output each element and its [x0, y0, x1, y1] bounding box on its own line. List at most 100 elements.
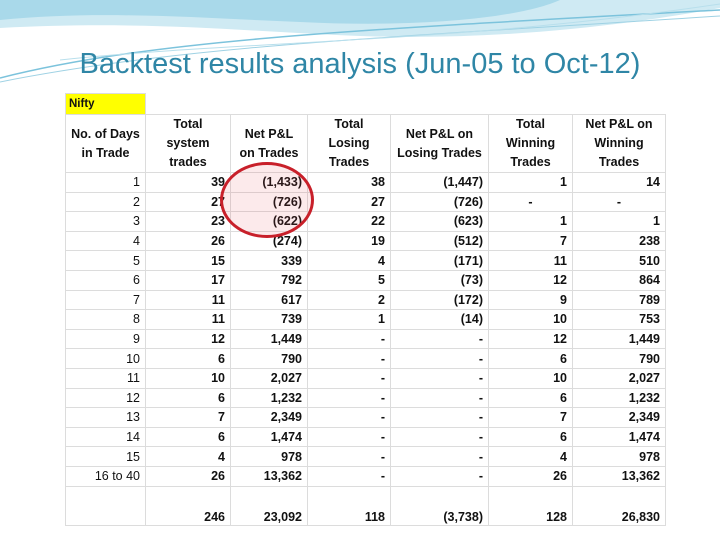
- cell-net-pnl-winning: 14: [572, 172, 666, 193]
- cell-winning-trades: 12: [488, 328, 573, 350]
- cell-net-pnl: (274): [230, 230, 308, 252]
- cell-net-pnl-losing: -: [390, 426, 489, 448]
- table-row: 8 11 739 1 (14) 10 753: [65, 309, 666, 330]
- cell-net-pnl-winning: 753: [572, 309, 666, 330]
- table-row: 5 15 339 4 (171) 11 510: [65, 250, 666, 271]
- table-row: 2 27 (726) 27 (726) - -: [65, 191, 666, 213]
- cell-winning-trades: 26: [488, 465, 573, 487]
- cell-net-pnl: 739: [230, 309, 308, 330]
- total-net-pnl: 23,092: [230, 485, 308, 526]
- cell-net-pnl: 339: [230, 250, 308, 271]
- cell-net-pnl-winning: 1,474: [572, 426, 666, 448]
- cell-winning-trades: 7: [488, 407, 573, 428]
- cell-net-pnl-losing: -: [390, 387, 489, 409]
- table-row: 13 7 2,349- -7 2,349: [65, 407, 666, 428]
- cell-days: 14: [65, 426, 146, 448]
- cell-net-pnl: 1,232: [230, 387, 308, 409]
- cell-total-trades: 26: [145, 465, 231, 487]
- total-losing-trades: 118: [307, 485, 391, 526]
- cell-days: 6: [65, 269, 146, 291]
- cell-days: 9: [65, 328, 146, 350]
- cell-losing-trades: 38: [307, 172, 391, 193]
- cell-losing-trades: -: [307, 407, 391, 428]
- table-row: 10 6 790- -6 790: [65, 348, 666, 369]
- cell-net-pnl-winning: 13,362: [572, 465, 666, 487]
- cell-days: 12: [65, 387, 146, 409]
- cell-net-pnl-losing: (172): [390, 289, 489, 311]
- cell-losing-trades: 22: [307, 211, 391, 232]
- cell-winning-trades: 10: [488, 309, 573, 330]
- cell-winning-trades: 10: [488, 367, 573, 389]
- cell-net-pnl-losing: (14): [390, 309, 489, 330]
- cell-net-pnl-winning: 789: [572, 289, 666, 311]
- table-row: 7 11 617 2 (172) 9 789: [65, 289, 666, 311]
- cell-net-pnl-losing: (1,447): [390, 172, 489, 193]
- cell-total-trades: 17: [145, 269, 231, 291]
- header-net-pnl-winning: Net P&L on Winning Trades: [572, 114, 666, 173]
- table-row: 1 39 (1,433) 38 (1,447) 1 14: [65, 172, 666, 193]
- cell-net-pnl: (622): [230, 211, 308, 232]
- header-winning-trades: Total Winning Trades: [488, 114, 573, 173]
- cell-days: 1: [65, 172, 146, 193]
- cell-total-trades: 23: [145, 211, 231, 232]
- cell-total-trades: 11: [145, 289, 231, 311]
- cell-net-pnl-winning: 864: [572, 269, 666, 291]
- cell-total-trades: 12: [145, 328, 231, 350]
- table-row: 14 6 1,474- -6 1,474: [65, 426, 666, 448]
- cell-total-trades: 10: [145, 367, 231, 389]
- cell-winning-trades: -: [488, 191, 573, 213]
- total-net-pnl-losing: (3,738): [390, 485, 489, 526]
- cell-total-trades: 39: [145, 172, 231, 193]
- cell-days: 5: [65, 250, 146, 271]
- cell-days: 2: [65, 191, 146, 213]
- cell-net-pnl-winning: 1,449: [572, 328, 666, 350]
- cell-days: 15: [65, 446, 146, 467]
- cell-losing-trades: 27: [307, 191, 391, 213]
- cell-total-trades: 6: [145, 387, 231, 409]
- header-net-pnl-losing: Net P&L on Losing Trades: [390, 114, 489, 173]
- cell-losing-trades: 19: [307, 230, 391, 252]
- cell-net-pnl: 2,349: [230, 407, 308, 428]
- cell-total-trades: 6: [145, 426, 231, 448]
- cell-losing-trades: -: [307, 328, 391, 350]
- cell-net-pnl-winning: -: [572, 191, 666, 213]
- cell-total-trades: 27: [145, 191, 231, 213]
- cell-winning-trades: 1: [488, 211, 573, 232]
- cell-net-pnl: 2,027: [230, 367, 308, 389]
- cell-net-pnl: 1,474: [230, 426, 308, 448]
- cell-net-pnl-losing: (171): [390, 250, 489, 271]
- total-winning-trades: 128: [488, 485, 573, 526]
- cell-winning-trades: 1: [488, 172, 573, 193]
- cell-total-trades: 6: [145, 348, 231, 369]
- cell-losing-trades: 2: [307, 289, 391, 311]
- cell-days: 8: [65, 309, 146, 330]
- cell-net-pnl: (1,433): [230, 172, 308, 193]
- cell-winning-trades: 12: [488, 269, 573, 291]
- cell-net-pnl: 1,449: [230, 328, 308, 350]
- table-row: 11 10 2,027- -10 2,027: [65, 367, 666, 389]
- table-row: 12 6 1,232- -6 1,232: [65, 387, 666, 409]
- total-days: [65, 485, 146, 526]
- cell-net-pnl-winning: 978: [572, 446, 666, 467]
- slide-title: Backtest results analysis (Jun-05 to Oct…: [79, 48, 641, 80]
- cell-net-pnl-losing: (623): [390, 211, 489, 232]
- cell-net-pnl: 978: [230, 446, 308, 467]
- totals-row: 246 23,092 118 (3,738) 128 26,830: [65, 485, 666, 526]
- cell-net-pnl-losing: -: [390, 465, 489, 487]
- cell-net-pnl-losing: (73): [390, 269, 489, 291]
- cell-days: 4: [65, 230, 146, 252]
- table-row: 15 4 978- -4 978: [65, 446, 666, 467]
- table-row: 6 17 792 5 (73) 12 864: [65, 269, 666, 291]
- header-losing-trades: Total Losing Trades: [307, 114, 391, 173]
- cell-net-pnl-winning: 2,027: [572, 367, 666, 389]
- cell-net-pnl: 13,362: [230, 465, 308, 487]
- cell-net-pnl-winning: 790: [572, 348, 666, 369]
- cell-days: 3: [65, 211, 146, 232]
- cell-winning-trades: 6: [488, 426, 573, 448]
- cell-days: 7: [65, 289, 146, 311]
- cell-net-pnl-losing: -: [390, 348, 489, 369]
- cell-losing-trades: 4: [307, 250, 391, 271]
- cell-net-pnl-winning: 1,232: [572, 387, 666, 409]
- cell-losing-trades: 5: [307, 269, 391, 291]
- table-row: 9 12 1,449- -12 1,449: [65, 328, 666, 350]
